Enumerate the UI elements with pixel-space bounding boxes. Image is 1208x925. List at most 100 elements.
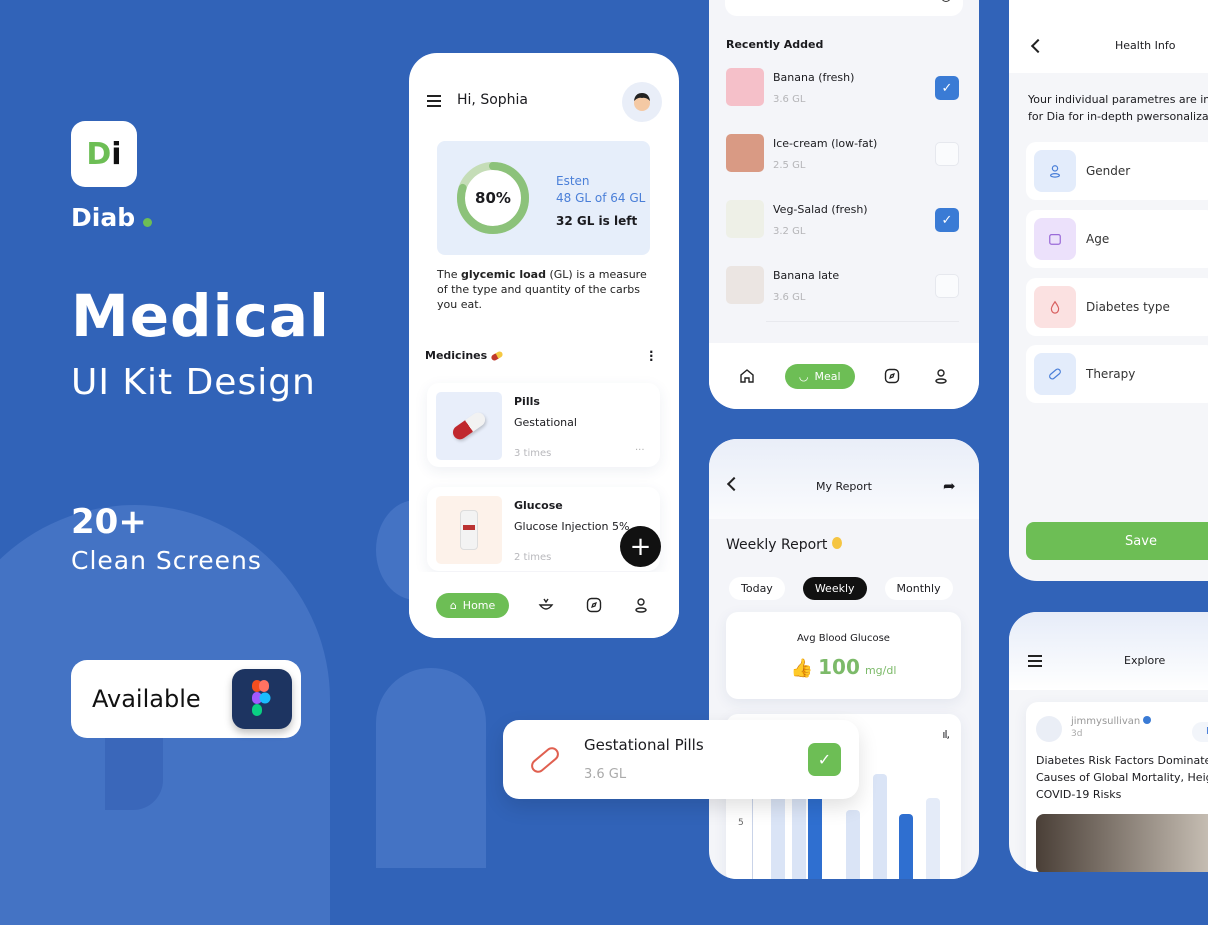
bottom-nav: ⌂ Home [409, 572, 679, 638]
avg-glucose-value: 100 [818, 655, 860, 679]
checkbox-checked[interactable]: ✓ [935, 76, 959, 100]
thumbs-up-icon: 👍 [790, 658, 814, 679]
post-card[interactable]: jimmysullivan 3d F Diabetes Risk Factors… [1026, 702, 1208, 872]
user-avatar[interactable] [622, 82, 662, 122]
nav-meal-icon[interactable] [535, 594, 557, 616]
menu-icon[interactable] [1028, 655, 1042, 667]
medication-toast[interactable]: Gestational Pills 3.6 GL ✓ [503, 720, 859, 799]
app-logo: Di [71, 121, 137, 187]
nav-profile-icon[interactable] [930, 365, 952, 387]
screen-count: 20+ [71, 502, 147, 542]
report-header-title: My Report [816, 480, 872, 493]
health-row-diabetes-type[interactable]: Diabetes type [1026, 278, 1208, 336]
more-options-icon[interactable]: · · · [649, 346, 654, 366]
tab-monthly[interactable]: Monthly [884, 577, 953, 600]
post-time: 3d [1071, 729, 1083, 739]
share-icon[interactable]: ➦ [943, 477, 956, 495]
menu-icon[interactable] [427, 95, 441, 107]
greeting: Hi, Sophia [457, 92, 528, 108]
ok-hand-icon [831, 537, 842, 549]
chart-bar [792, 796, 806, 879]
home-icon: ⌂ [449, 598, 457, 612]
nav-profile-icon[interactable] [630, 594, 652, 616]
nav-explore-icon[interactable] [583, 594, 605, 616]
tab-today[interactable]: Today [729, 577, 785, 600]
search-bar[interactable] [725, 0, 963, 16]
weekly-report-title: Weekly Report [726, 537, 842, 553]
calendar-icon [1034, 218, 1076, 260]
meal-item[interactable]: Banana (fresh) 3.6 GL ✓ [709, 66, 979, 126]
progress-left: 32 GL is left [556, 214, 638, 228]
gl-description: The glycemic load (GL) is a measure of t… [437, 267, 652, 312]
food-thumbnail [726, 200, 764, 238]
save-button[interactable]: Save [1026, 522, 1208, 560]
drop-icon [1034, 286, 1076, 328]
report-screen: My Report ➦ Weekly Report Today Weekly M… [709, 439, 979, 879]
logo-letter-d: D [86, 136, 112, 172]
screen-count-label: Clean Screens [71, 546, 262, 575]
nav-explore-icon[interactable] [881, 365, 903, 387]
nav-meal-label: Meal [814, 369, 841, 383]
medicines-label: Medicines [425, 349, 488, 362]
health-intro-line-2: for Dia for in-depth pwersonalizat [1028, 110, 1208, 123]
capsule-icon [1034, 353, 1076, 395]
glucose-bottle-image [436, 496, 502, 564]
weekly-report-label: Weekly Report [726, 537, 828, 553]
nav-home-label: Home [462, 598, 496, 612]
medicine-card[interactable]: Pills Gestational 3 times ··· [427, 383, 660, 467]
checkbox-unchecked[interactable] [935, 142, 959, 166]
pill-image [436, 392, 502, 460]
nav-home-icon[interactable] [736, 365, 758, 387]
hero-title: Medical [71, 282, 330, 350]
author-name: jimmysullivan [1071, 716, 1152, 727]
post-headline: Diabetes Risk Factors Dominate Causes of… [1036, 752, 1208, 803]
health-row-label: Therapy [1086, 367, 1136, 381]
progress-percent: 80% [475, 189, 511, 207]
figma-icon [232, 669, 292, 729]
food-thumbnail [726, 266, 764, 304]
meal-item[interactable]: Veg-Salad (fresh) 3.2 GL ✓ [709, 198, 979, 258]
medicine-freq: 3 times [514, 448, 552, 459]
card-menu-icon[interactable]: ··· [635, 445, 645, 456]
health-row-label: Gender [1086, 164, 1131, 178]
desc-bold: glycemic load [460, 268, 546, 281]
available-label: Available [92, 685, 201, 713]
health-row-label: Diabetes type [1086, 300, 1170, 314]
health-row-gender[interactable]: Gender [1026, 142, 1208, 200]
food-gl: 2.5 GL [773, 160, 806, 171]
author-label: jimmysullivan [1071, 716, 1141, 727]
follow-button[interactable]: F [1192, 722, 1208, 742]
food-name: Banana late [773, 269, 840, 282]
logo-letter-i: i [111, 136, 122, 172]
toast-value: 3.6 GL [584, 767, 627, 782]
headline-line-3: COVID-19 Risks [1036, 788, 1122, 801]
health-row-therapy[interactable]: Therapy [1026, 345, 1208, 403]
checkbox-checked[interactable]: ✓ [935, 208, 959, 232]
chart-bar [926, 798, 940, 879]
food-thumbnail [726, 68, 764, 106]
health-row-age[interactable]: Age [1026, 210, 1208, 268]
avg-glucose-unit: mg/dl [864, 664, 897, 677]
explore-screen: Explore jimmysullivan 3d F Diabetes Risk… [1009, 612, 1208, 872]
meal-icon: ◡ [798, 369, 809, 383]
chart-bar [899, 814, 913, 879]
available-badge[interactable]: Available [71, 660, 301, 738]
checkbox-unchecked[interactable] [935, 274, 959, 298]
glycemic-card: 80% Esten 48 GL of 64 GL 32 GL is left [437, 141, 650, 255]
nav-home[interactable]: ⌂ Home [435, 592, 510, 618]
toast-check-icon[interactable]: ✓ [808, 743, 841, 776]
food-gl: 3.6 GL [773, 292, 806, 303]
bg-shape-small [376, 668, 486, 868]
meal-item[interactable]: Ice-cream (low-fat) 2.5 GL [709, 132, 979, 192]
bar-chart-icon[interactable]: ıl, [942, 728, 950, 741]
food-thumbnail [726, 134, 764, 172]
axis-tick-5: 5 [738, 818, 744, 828]
nav-meal[interactable]: ◡ Meal [784, 363, 855, 389]
medicine-freq: 2 times [514, 552, 552, 563]
bottom-nav: ◡ Meal [709, 343, 979, 409]
food-name: Banana (fresh) [773, 71, 855, 84]
meal-item[interactable]: Banana late 3.6 GL [709, 264, 979, 324]
tab-weekly[interactable]: Weekly [802, 577, 867, 600]
avg-glucose-label: Avg Blood Glucose [797, 633, 890, 644]
add-button[interactable]: + [620, 526, 661, 567]
